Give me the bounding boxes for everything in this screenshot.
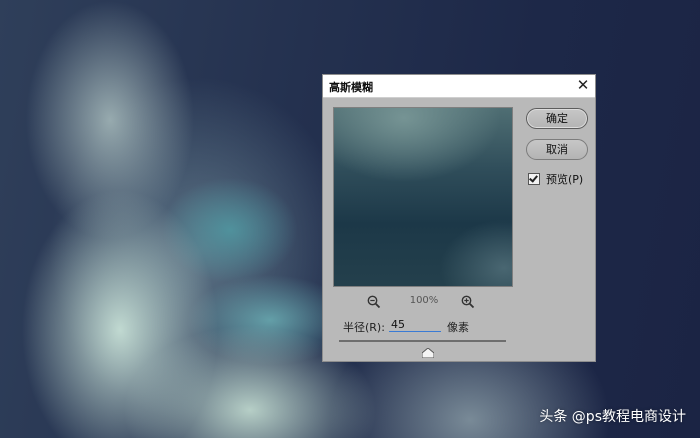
zoom-controls: 100% <box>323 294 523 310</box>
cancel-button[interactable]: 取消 <box>526 139 588 160</box>
checkbox-icon[interactable] <box>528 173 540 185</box>
radius-row: 半径(R): 像素 <box>323 317 595 335</box>
radius-unit-label: 像素 <box>447 321 469 334</box>
zoom-level-text: 100% <box>409 295 439 306</box>
dialog-titlebar[interactable]: 高斯模糊 ✕ <box>323 75 595 98</box>
watermark-text: 头条 @ps教程电商设计 <box>539 409 686 425</box>
radius-slider-track[interactable] <box>339 340 506 342</box>
radius-label: 半径(R): <box>343 321 385 334</box>
zoom-out-icon[interactable] <box>367 294 381 309</box>
gaussian-blur-dialog: 高斯模糊 ✕ 确定 取消 预览(P) 100% 半径(R): 45 像素 <box>322 74 596 362</box>
close-icon[interactable]: ✕ <box>575 77 591 93</box>
preview-checkbox[interactable]: 预览(P) <box>528 171 583 187</box>
preview-image[interactable] <box>333 107 513 287</box>
preview-checkbox-label: 预览(P) <box>546 173 584 186</box>
radius-slider-thumb[interactable] <box>421 343 435 359</box>
radius-input[interactable] <box>389 317 441 332</box>
zoom-in-icon[interactable] <box>461 294 475 309</box>
ok-button[interactable]: 确定 <box>526 108 588 129</box>
dialog-title: 高斯模糊 <box>329 81 373 94</box>
